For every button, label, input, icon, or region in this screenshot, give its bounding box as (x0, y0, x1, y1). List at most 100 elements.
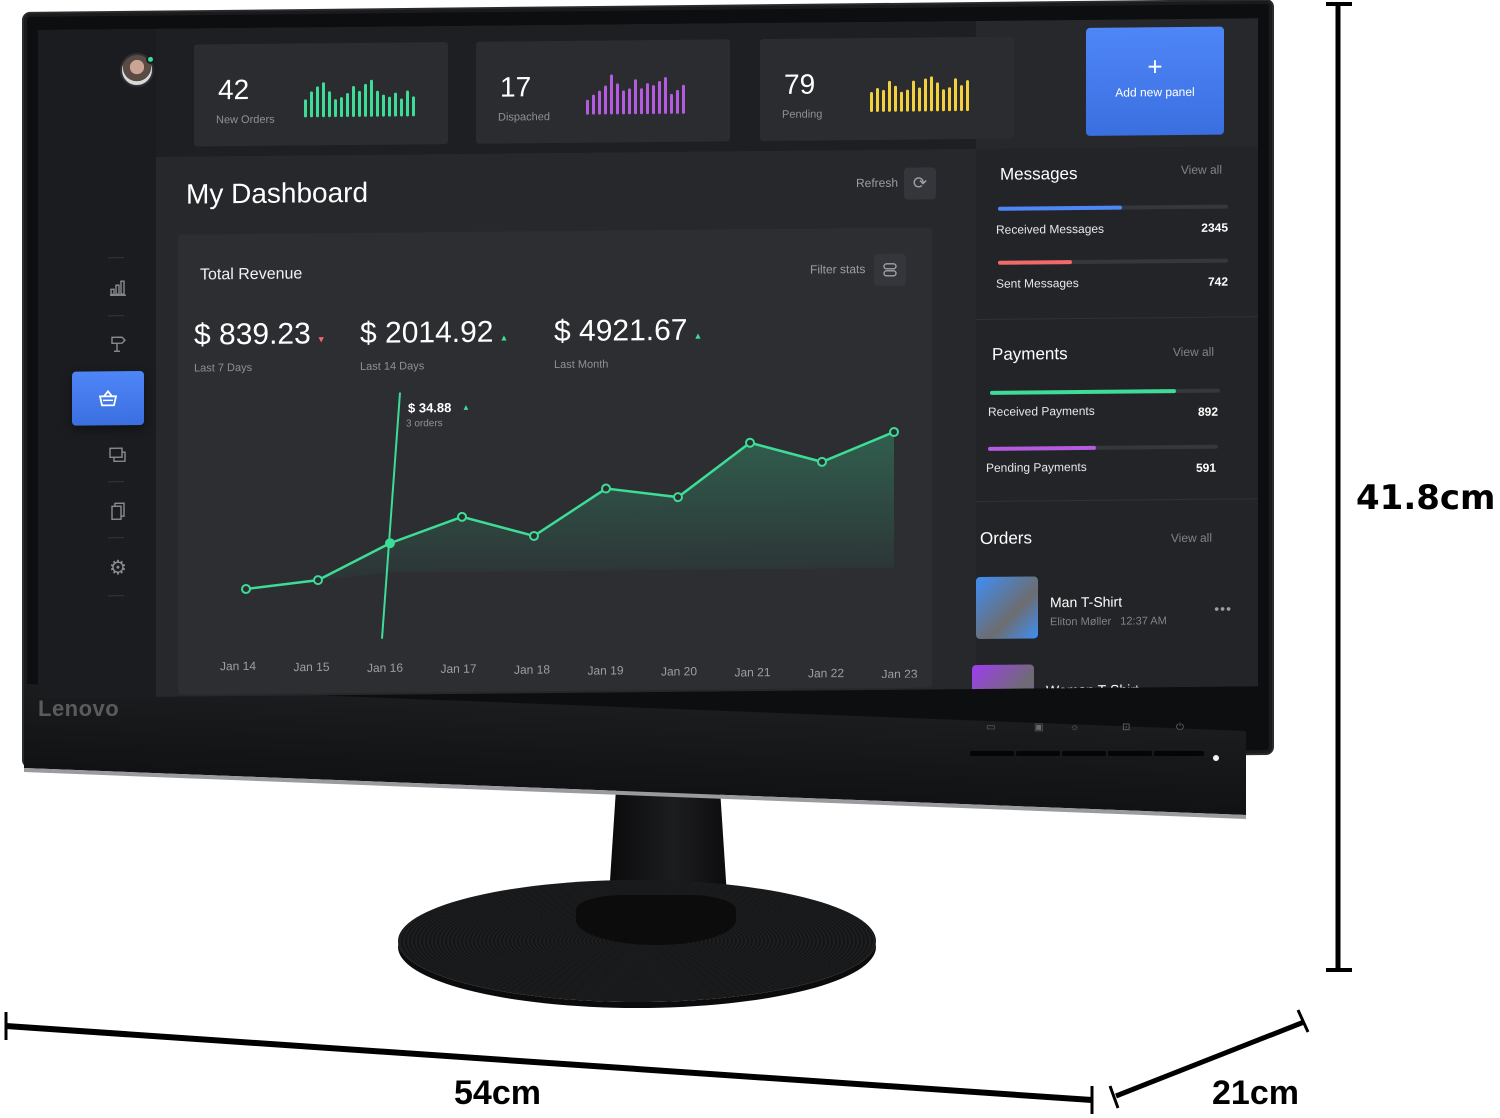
stat-card-pending[interactable]: 79 Pending (760, 36, 1014, 142)
sidebar-item-statistics[interactable] (96, 269, 140, 305)
sparkline-bar (310, 90, 313, 118)
x-tick-label: Jan 21 (735, 665, 771, 679)
sidebar: ⚙ (38, 28, 156, 698)
sparkline-bar (918, 87, 921, 112)
data-point[interactable] (529, 530, 539, 541)
messages-view-all-link[interactable]: View all (1181, 163, 1222, 177)
brand-logo: Lenovo (38, 696, 120, 721)
data-point[interactable] (889, 426, 899, 437)
menu-icon: ▣ (1034, 722, 1044, 733)
filter-stats-button[interactable] (874, 253, 906, 286)
depth-dimension: 21cm (1212, 1074, 1299, 1112)
data-point[interactable] (385, 538, 395, 549)
kpi-value: $ 4921.67 (554, 313, 688, 349)
sparkline-bar (652, 85, 655, 115)
filter-stats-label: Filter stats (810, 262, 866, 277)
sparkline-bar (598, 90, 601, 115)
sent-messages-bar (998, 260, 1072, 265)
section-title: Orders (980, 528, 1032, 548)
stat-card-new-orders[interactable]: 42 New Orders (194, 42, 448, 147)
power-led (1213, 755, 1219, 761)
order-name: Man T-Shirt (1050, 593, 1123, 611)
data-point[interactable] (241, 584, 251, 595)
orders-section: Orders View all Man T-Shirt Eliton Mølle… (972, 498, 1258, 699)
filter-icon (883, 263, 897, 277)
sparkline-bar (610, 74, 613, 115)
bar-label: Pending Payments (986, 459, 1087, 475)
bar-label: Sent Messages (996, 276, 1079, 291)
tooltip-trend-up-icon: ▲ (462, 403, 470, 412)
sparkline-bar (948, 87, 951, 112)
sparkline-bar (658, 81, 661, 115)
osd-button-4[interactable] (1108, 751, 1152, 756)
data-point[interactable] (601, 483, 611, 494)
sparkline-bar (622, 90, 625, 115)
data-point[interactable] (313, 575, 323, 586)
order-item[interactable]: Man T-Shirt Eliton Møller 12:37 AM ••• (976, 574, 1258, 647)
more-options-button[interactable]: ••• (1214, 601, 1232, 617)
x-tick-label: Jan 23 (882, 667, 918, 681)
sparkline-bar (592, 94, 595, 115)
sparkline-bar (936, 82, 939, 112)
osd-button-3[interactable] (1062, 751, 1106, 756)
sidebar-item-documents[interactable] (96, 493, 140, 529)
stats-strip: 42 New Orders 17 Dispached 79 Pending (156, 20, 1014, 157)
sparkline-bar (352, 86, 355, 117)
osd-button-2[interactable] (1016, 751, 1060, 756)
sparkline-bar (954, 78, 957, 112)
stat-card-dispached[interactable]: 17 Dispached (476, 39, 730, 144)
sparkline-bar (930, 76, 933, 112)
kpi-last-14-days: $ 2014.92 ▲ Last 14 Days (360, 315, 508, 373)
orders-view-all-link[interactable]: View all (1171, 531, 1212, 545)
sparkline-bar (646, 83, 649, 115)
sparkline-bar (328, 90, 331, 118)
sparkline-bar (376, 90, 379, 117)
sidebar-item-messages[interactable] (96, 437, 140, 473)
trend-down-icon: ▼ (316, 334, 326, 345)
sidebar-item-shop[interactable] (72, 370, 144, 426)
sparkline-bar (340, 97, 343, 118)
refresh-button[interactable]: ⟳ (904, 167, 936, 200)
refresh-icon: ⟳ (912, 173, 928, 193)
sparkline-bar (900, 91, 903, 112)
sparkline-bar (882, 89, 885, 112)
revenue-chart[interactable]: $ 34.88 ▲ 3 orders Jan 14 Jan 15 Jan 16 Jan… (178, 377, 932, 684)
chat-icon (109, 447, 126, 462)
basket-icon (98, 389, 118, 407)
depth-tick-right (1296, 1009, 1310, 1033)
sparkline-new-orders (304, 72, 428, 118)
sparkline-bar (894, 85, 897, 112)
payments-view-all-link[interactable]: View all (1173, 345, 1214, 359)
payments-section: Payments View all Received Payments 892 … (976, 316, 1258, 503)
width-dimension: 54cm (454, 1074, 541, 1112)
data-point[interactable] (745, 437, 755, 448)
data-point[interactable] (817, 456, 827, 467)
data-point[interactable] (673, 492, 683, 503)
card-title: Total Revenue (200, 265, 303, 284)
sidebar-item-directions[interactable] (96, 325, 140, 361)
sparkline-bar (670, 94, 673, 114)
sidebar-item-settings[interactable]: ⚙ (96, 549, 140, 585)
tooltip-sub: 3 orders (406, 418, 443, 429)
received-messages-bar (998, 205, 1123, 211)
sparkline-bar (316, 86, 319, 118)
order-customer: Eliton Møller (1050, 615, 1112, 629)
order-time: 12:37 AM (1120, 615, 1167, 628)
nav-separator (108, 537, 124, 539)
signpost-icon (111, 336, 126, 352)
data-point[interactable] (457, 511, 467, 522)
section-title: Messages (1000, 164, 1078, 184)
osd-button-1[interactable] (970, 751, 1014, 756)
bar-value: 591 (1195, 460, 1216, 475)
power-button[interactable] (1154, 751, 1204, 756)
kpi-last-month: $ 4921.67 ▲ Last Month (554, 314, 702, 371)
sparkline-bar (322, 82, 325, 118)
progress-track (990, 388, 1220, 395)
add-new-panel-button[interactable]: + Add new panel (1086, 26, 1224, 136)
sparkline-bar (358, 90, 361, 117)
order-meta: Eliton Møller 12:37 AM (1050, 615, 1167, 628)
received-payments-bar (990, 389, 1177, 395)
bar-label: Received Messages (996, 221, 1105, 237)
sparkline-bar (634, 79, 637, 115)
input-source-icon: ▭ (986, 722, 996, 733)
